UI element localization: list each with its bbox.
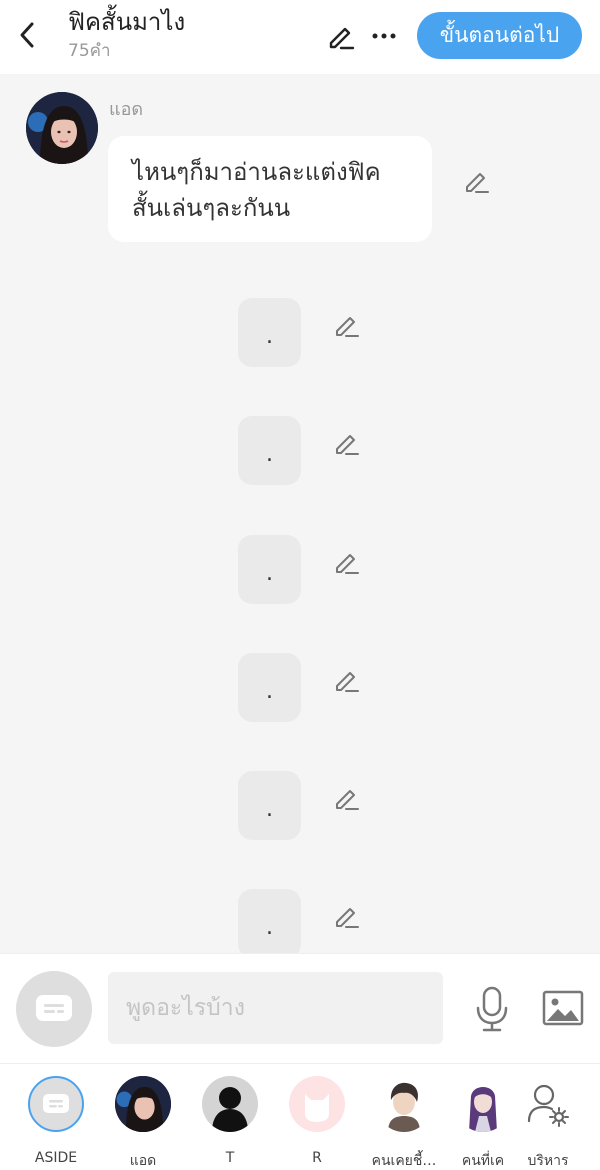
pencil-icon — [336, 672, 359, 692]
edit-message-button[interactable] — [331, 901, 361, 931]
message-text: . — [266, 442, 273, 467]
character-avatar — [28, 1076, 84, 1132]
avatar[interactable] — [26, 92, 98, 164]
pencil-icon — [329, 27, 355, 50]
message-text: . — [266, 797, 273, 822]
page-title: ฟิคสั้นมาไง — [68, 8, 186, 36]
character-boy[interactable]: คนเคยชี้… — [362, 1074, 446, 1169]
pencil-icon — [336, 790, 359, 810]
edit-message-button[interactable] — [461, 166, 491, 196]
character-label: บริหาร — [527, 1153, 569, 1169]
edit-message-button[interactable] — [331, 547, 361, 577]
character-avatar — [520, 1076, 576, 1132]
person-gear-icon — [527, 1084, 569, 1127]
purple-hair-avatar-icon — [469, 1087, 497, 1132]
character-label: แอด — [129, 1153, 157, 1169]
character-t[interactable]: T — [188, 1074, 272, 1169]
cat-avatar-icon — [305, 1094, 329, 1122]
message-text: . — [266, 915, 273, 940]
message-bubble-dot[interactable]: . — [238, 653, 301, 722]
message-bubble[interactable]: ไหนๆก็มาอ่านละแต่งฟิคสั้นเล่นๆละกันน — [108, 136, 432, 242]
edit-message-button[interactable] — [331, 428, 361, 458]
chat-area[interactable]: แอด ไหนๆก็มาอ่านละแต่งฟิคสั้นเล่นๆละกันน… — [0, 74, 600, 954]
aside-icon — [36, 995, 72, 1021]
message-input-bar — [0, 953, 600, 1063]
character-bar: ASIDE แอด T R คนเคยชี้… คนที่เค บริหาร — [0, 1063, 600, 1170]
silhouette-avatar-icon — [212, 1087, 248, 1132]
message-text: . — [266, 561, 273, 586]
pencil-icon — [336, 317, 359, 337]
message-bubble-dot[interactable]: . — [238, 416, 301, 485]
character-label: R — [312, 1150, 322, 1166]
word-count: 75คำ — [68, 41, 111, 61]
pencil-icon — [466, 173, 489, 193]
edit-message-button[interactable] — [331, 783, 361, 813]
aside-toggle-button[interactable] — [16, 971, 92, 1047]
character-aside[interactable]: ASIDE — [14, 1074, 98, 1169]
chevron-left-icon — [20, 22, 34, 48]
character-avatar — [202, 1076, 258, 1132]
image-icon — [542, 990, 584, 1026]
pencil-icon — [336, 908, 359, 928]
edit-title-button[interactable] — [324, 20, 356, 52]
message-bubble-dot[interactable]: . — [238, 298, 301, 367]
voice-button[interactable] — [470, 984, 514, 1034]
image-button[interactable] — [540, 986, 586, 1030]
character-label: T — [225, 1150, 235, 1166]
microphone-icon — [476, 986, 508, 1032]
more-icon — [372, 33, 396, 39]
boy-avatar-icon — [388, 1082, 420, 1132]
title-block: ฟิคสั้นมาไง 75คำ — [68, 6, 185, 62]
pencil-icon — [336, 435, 359, 455]
aside-icon — [43, 1094, 69, 1113]
girl-avatar-icon — [26, 92, 98, 164]
character-avatar — [455, 1076, 511, 1132]
character-admin[interactable]: แอด — [101, 1074, 185, 1169]
character-label: ASIDE — [34, 1150, 78, 1166]
message-text: . — [266, 324, 273, 349]
edit-message-button[interactable] — [331, 665, 361, 695]
back-button[interactable] — [12, 18, 42, 52]
next-step-button[interactable]: ขั้นตอนต่อไป — [417, 12, 582, 59]
character-label: คนเคยชี้… — [371, 1153, 437, 1169]
header-bar: ฟิคสั้นมาไง 75คำ ขั้นตอนต่อไป — [0, 0, 600, 74]
message-bubble-dot[interactable]: . — [238, 771, 301, 840]
character-avatar — [115, 1076, 171, 1132]
manage-characters-button[interactable]: บริหาร — [506, 1074, 590, 1169]
message-bubble-dot[interactable]: . — [238, 535, 301, 604]
message-text: . — [266, 679, 273, 704]
message-input[interactable] — [108, 972, 443, 1044]
character-r[interactable]: R — [275, 1074, 359, 1169]
character-avatar — [289, 1076, 345, 1132]
edit-message-button[interactable] — [331, 310, 361, 340]
message-bubble-dot[interactable]: . — [238, 889, 301, 954]
pencil-icon — [336, 554, 359, 574]
girl-avatar-icon — [115, 1076, 171, 1132]
character-avatar — [376, 1076, 432, 1132]
more-options-button[interactable] — [368, 20, 400, 52]
sender-name: แอด — [109, 99, 144, 120]
